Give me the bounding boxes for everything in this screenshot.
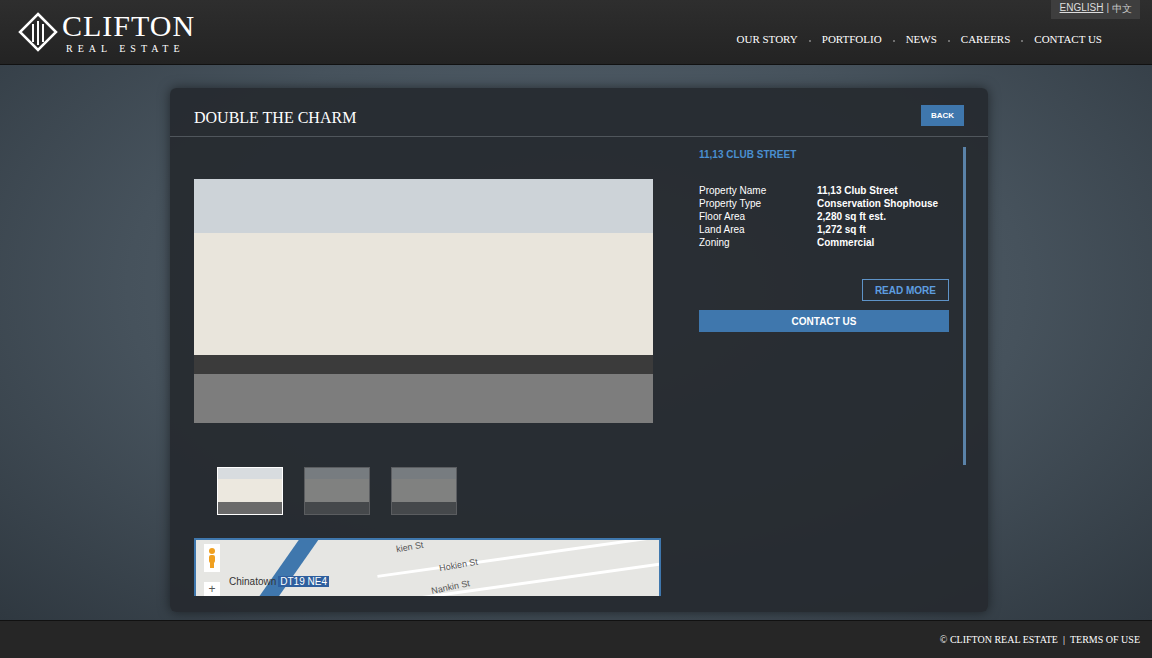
language-option[interactable]: ENGLISH — [1059, 2, 1103, 16]
read-more-button[interactable]: READ MORE — [862, 279, 949, 301]
logo-text: CLIFTON REAL ESTATE — [62, 11, 195, 54]
nav-item[interactable]: NEWS — [906, 33, 937, 45]
footer-separator: | — [1063, 634, 1065, 645]
thumbnail[interactable] — [391, 467, 457, 515]
detail-value: Conservation Shophouse — [817, 197, 938, 210]
back-button[interactable]: BACK — [921, 105, 964, 126]
nav-item[interactable]: OUR STORY — [737, 33, 798, 45]
media-column: +ChinatownDT19 NE4kien StHokien StNankin… — [194, 137, 661, 596]
detail-label: Property Name — [699, 184, 817, 197]
property-panel: DOUBLE THE CHARM BACK + ChinatownDT19 NE4 ki… — [170, 88, 988, 612]
footer: © CLIFTON REAL ESTATE | TERMS OF USE — [0, 620, 1152, 658]
nav-item[interactable]: CONTACT US — [1034, 33, 1102, 45]
map-street-label: kien St — [395, 540, 424, 555]
detail-row: Land Area1,272 sq ft — [699, 223, 949, 236]
language-separator: | — [1106, 2, 1109, 16]
terms-link[interactable]: TERMS OF USE — [1070, 634, 1140, 645]
detail-value: 1,272 sq ft — [817, 223, 866, 236]
scrollbar[interactable] — [963, 147, 966, 465]
station-code: DT19 NE4 — [278, 576, 329, 587]
logo-name: CLIFTON — [62, 11, 195, 41]
nav-separator-dot — [809, 40, 811, 42]
panel-header: DOUBLE THE CHARM BACK — [170, 88, 988, 137]
nav-separator-dot — [948, 40, 950, 42]
property-heading: 11,13 CLUB STREET — [699, 149, 949, 160]
language-switcher: ENGLISH|中文 — [1051, 0, 1140, 19]
street-view-control[interactable] — [204, 544, 220, 572]
thumbnail-strip — [217, 467, 661, 515]
page: CLIFTON REAL ESTATE OUR STORY PORTFOLIO NEWS… — [0, 0, 1152, 658]
nav-item[interactable]: PORTFOLIO — [822, 33, 882, 45]
thumbnail[interactable] — [304, 467, 370, 515]
thumbnail[interactable] — [217, 467, 283, 515]
language-option[interactable]: 中文 — [1112, 2, 1132, 16]
property-details: Property Name11,13 Club StreetProperty T… — [699, 184, 949, 249]
pegman-icon — [207, 547, 217, 569]
main-nav: OUR STORY PORTFOLIO NEWS CAREERS CONTACT US — [737, 19, 1102, 45]
logo[interactable]: CLIFTON REAL ESTATE — [18, 11, 195, 54]
detail-label: Land Area — [699, 223, 817, 236]
diamond-logo-icon — [18, 12, 58, 52]
header: CLIFTON REAL ESTATE OUR STORY PORTFOLIO NEWS… — [0, 0, 1152, 65]
detail-row: Property Name11,13 Club Street — [699, 184, 949, 197]
background-photo: DOUBLE THE CHARM BACK + ChinatownDT19 NE4 ki… — [0, 65, 1152, 620]
map-street-label: Hokien St — [438, 557, 478, 574]
nav-item[interactable]: CAREERS — [961, 33, 1011, 45]
detail-value: 11,13 Club Street — [817, 184, 898, 197]
detail-row: ZoningCommercial — [699, 236, 949, 249]
detail-label: Property Type — [699, 197, 817, 210]
map-road — [246, 538, 322, 596]
read-more-row: READ MORE — [699, 279, 949, 301]
panel-title: DOUBLE THE CHARM — [194, 109, 356, 127]
details-column: 11,13 CLUB STREET Property Name11,13 Club… — [699, 137, 949, 596]
zoom-in-button[interactable]: + — [204, 582, 220, 596]
station-name: Chinatown — [229, 576, 276, 587]
nav-separator-dot — [1021, 40, 1023, 42]
copyright: © CLIFTON REAL ESTATE — [940, 634, 1058, 645]
detail-value: Commercial — [817, 236, 874, 249]
map-station-label: ChinatownDT19 NE4 — [229, 576, 329, 587]
detail-row: Floor Area2,280 sq ft est. — [699, 210, 949, 223]
detail-label: Floor Area — [699, 210, 817, 223]
map[interactable]: +ChinatownDT19 NE4kien StHokien StNankin… — [194, 538, 661, 596]
panel-body: +ChinatownDT19 NE4kien StHokien StNankin… — [170, 137, 988, 596]
detail-value: 2,280 sq ft est. — [817, 210, 886, 223]
logo-tagline: REAL ESTATE — [66, 44, 195, 54]
contact-button[interactable]: CONTACT US — [699, 310, 949, 332]
nav-separator-dot — [893, 40, 895, 42]
main-photo — [194, 179, 653, 423]
detail-label: Zoning — [699, 236, 817, 249]
detail-row: Property TypeConservation Shophouse — [699, 197, 949, 210]
